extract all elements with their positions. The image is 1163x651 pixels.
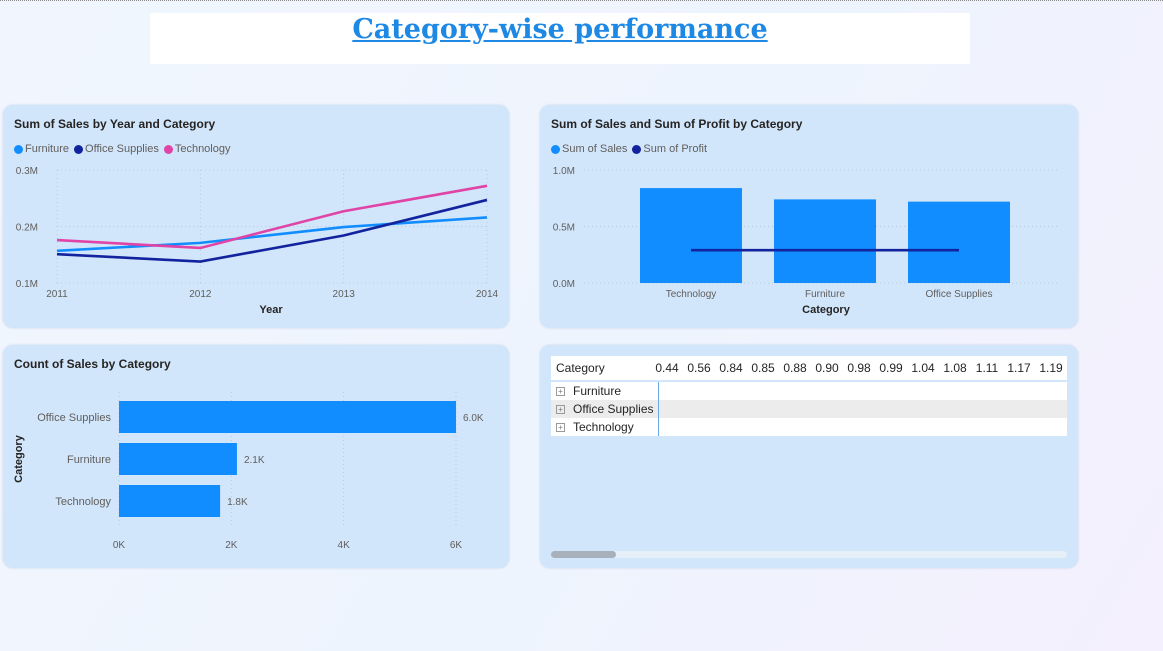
table-row[interactable]: + Technology xyxy=(551,418,1067,436)
y-tick-label: Furniture xyxy=(67,454,111,466)
y-tick-label: 0.2M xyxy=(16,223,38,234)
matrix-table: Category 0.44 0.56 0.84 0.85 0.88 0.90 0.98 0.9… xyxy=(551,356,1067,436)
column-header: 1.11 xyxy=(975,361,999,375)
x-tick-label: Office Supplies xyxy=(925,289,992,300)
row-label: Office Supplies xyxy=(573,402,654,416)
table-row[interactable]: + Office Supplies xyxy=(551,400,1067,418)
count-by-category-card[interactable]: Count of Sales by Category Category 0K 2K… xyxy=(3,345,509,568)
bar xyxy=(774,199,876,283)
x-tick-label: 2013 xyxy=(333,289,356,300)
series-line-furniture xyxy=(56,216,488,253)
horizontal-scrollbar[interactable] xyxy=(551,551,1067,558)
bar xyxy=(119,443,237,475)
column-header: 0.85 xyxy=(751,361,775,375)
matrix-card[interactable]: Category 0.44 0.56 0.84 0.85 0.88 0.90 0.98 0.9… xyxy=(540,345,1078,568)
bar xyxy=(908,201,1010,283)
row-header-label: Category xyxy=(556,361,605,375)
page-title-box: Category-wise performance xyxy=(150,13,970,64)
x-tick-label: Technology xyxy=(666,289,717,300)
page-title[interactable]: Category-wise performance xyxy=(352,14,767,45)
combo-chart: Category 0.0M 0.5M 1.0M Technology Furniture… xyxy=(553,166,1060,316)
column-header: 1.08 xyxy=(943,361,967,375)
column-header: 0.56 xyxy=(687,361,711,375)
row-label: Technology xyxy=(573,420,634,434)
bar xyxy=(119,485,221,517)
expand-icon[interactable]: + xyxy=(556,386,565,396)
y-tick-label: 0.0M xyxy=(553,279,575,290)
column-header: 0.98 xyxy=(847,361,871,375)
data-label: 6.0K xyxy=(463,413,484,424)
x-tick-label: 0K xyxy=(113,540,126,551)
bar xyxy=(119,401,456,433)
x-tick-label: 2K xyxy=(225,540,238,551)
column-header: 1.04 xyxy=(911,361,935,375)
sales-profit-card[interactable]: Sum of Sales and Sum of Profit by Catego… xyxy=(540,105,1078,328)
y-tick-label: Technology xyxy=(55,496,111,508)
data-label: 1.8K xyxy=(227,497,248,508)
matrix-header: Category 0.44 0.56 0.84 0.85 0.88 0.90 0.98 0.9… xyxy=(551,356,1067,380)
x-tick-label: 2012 xyxy=(189,289,212,300)
expand-icon[interactable]: + xyxy=(556,422,565,432)
x-tick-label: 4K xyxy=(338,540,351,551)
column-header: 1.19 xyxy=(1039,361,1063,375)
expand-icon[interactable]: + xyxy=(556,404,565,414)
column-header: 0.90 xyxy=(815,361,839,375)
column-header: 0.44 xyxy=(655,361,679,375)
scrollbar-thumb[interactable] xyxy=(551,551,616,558)
y-tick-label: 1.0M xyxy=(553,166,575,177)
column-header: 0.88 xyxy=(783,361,807,375)
y-axis-title: Category xyxy=(13,434,25,483)
column-header: 0.84 xyxy=(719,361,743,375)
y-tick-label: Office Supplies xyxy=(37,412,111,424)
y-tick-label: 0.3M xyxy=(16,166,38,177)
column-header: 0.99 xyxy=(879,361,903,375)
bar xyxy=(640,188,742,283)
hbar-chart: Category 0K 2K 4K 6K Office Supplies 6.0K Furn… xyxy=(13,392,484,551)
y-tick-label: 0.1M xyxy=(16,279,38,290)
x-axis-title: Category xyxy=(802,304,851,316)
y-tick-label: 0.5M xyxy=(553,223,575,234)
column-header: 1.17 xyxy=(1007,361,1031,375)
x-axis-title: Year xyxy=(259,304,283,316)
line-chart: Year 0.1M 0.2M 0.3M 2011 2012 2013 2014 xyxy=(16,166,499,316)
x-tick-label: 2011 xyxy=(46,289,68,300)
table-row[interactable]: + Furniture xyxy=(551,382,1067,400)
data-label: 2.1K xyxy=(244,455,265,466)
sales-by-year-card[interactable]: Sum of Sales by Year and Category Furnit… xyxy=(3,105,509,328)
x-tick-label: 6K xyxy=(450,540,463,551)
x-tick-label: 2014 xyxy=(476,289,499,300)
row-label: Furniture xyxy=(573,384,622,398)
x-tick-label: Furniture xyxy=(805,289,845,300)
